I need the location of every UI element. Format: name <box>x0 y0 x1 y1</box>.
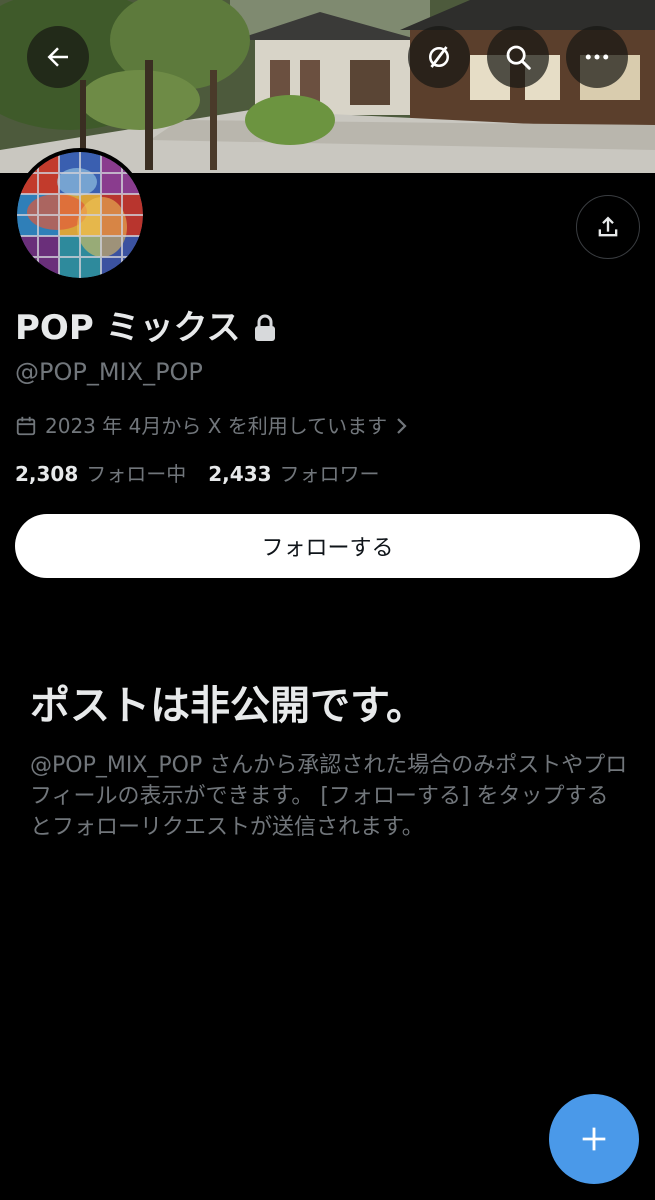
search-icon <box>506 45 531 70</box>
private-notice-title: ポストは非公開です。 <box>30 683 426 729</box>
private-notice-description: @POP_MIX_POP さんから承認された場合のみポストやプロフィールの表示が… <box>30 753 628 840</box>
compose-button[interactable] <box>549 1094 639 1184</box>
more-button[interactable] <box>566 26 628 88</box>
back-button[interactable] <box>27 26 89 88</box>
follow-counts: 2,308 フォロー中 2,433 フォロワー <box>15 459 402 489</box>
following-label[interactable]: フォロー中 <box>86 459 186 489</box>
banner-image <box>0 0 655 173</box>
share-button[interactable] <box>576 195 640 259</box>
following-count[interactable]: 2,308 <box>15 459 78 489</box>
profile-banner[interactable] <box>0 0 655 173</box>
profile-handle: @POP_MIX_POP <box>15 358 203 386</box>
more-icon <box>585 54 609 60</box>
plus-icon <box>582 1127 606 1151</box>
display-name: POP ミックス <box>15 306 277 350</box>
lock-icon <box>253 314 277 342</box>
display-name-text: POP ミックス <box>15 308 241 348</box>
share-icon <box>598 216 618 237</box>
calendar-icon <box>15 415 37 437</box>
chevron-right-icon <box>395 416 409 436</box>
followers-label[interactable]: フォロワー <box>280 459 380 489</box>
avatar[interactable] <box>13 148 147 282</box>
grok-button[interactable] <box>408 26 470 88</box>
joined-text: 2023 年 4月から X を利用しています <box>45 414 388 438</box>
avatar-image <box>17 152 143 278</box>
followers-count[interactable]: 2,433 <box>208 459 271 489</box>
grok-icon <box>429 46 449 68</box>
search-button[interactable] <box>487 26 549 88</box>
back-arrow-icon <box>47 47 68 67</box>
follow-button[interactable]: フォローする <box>15 514 640 578</box>
joined-date[interactable]: 2023 年 4月から X を利用しています <box>15 410 409 442</box>
